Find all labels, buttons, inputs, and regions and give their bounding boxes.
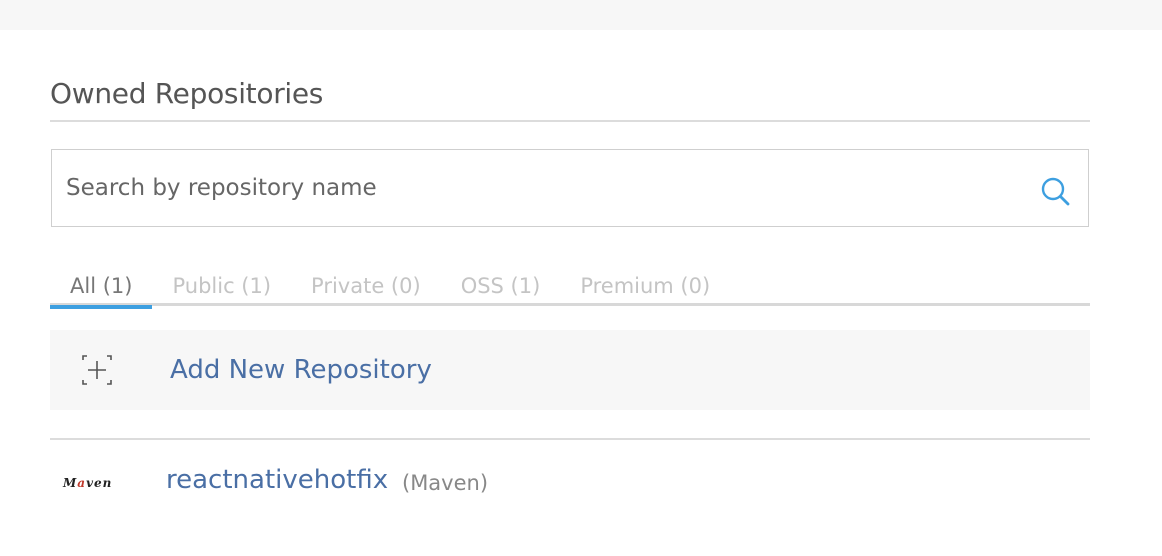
- repository-type: (Maven): [402, 471, 489, 495]
- page-title: Owned Repositories: [50, 58, 1090, 122]
- tab-oss[interactable]: OSS (1): [441, 268, 561, 306]
- add-new-repository-button[interactable]: Add New Repository: [50, 330, 1090, 410]
- repository-filter-tabs: All (1) Public (1) Private (0) OSS (1) P…: [50, 268, 1090, 309]
- search-icon[interactable]: [1040, 176, 1072, 208]
- search-box: [51, 149, 1089, 227]
- top-bar: [0, 0, 1162, 30]
- tab-public[interactable]: Public (1): [152, 268, 291, 306]
- tab-all[interactable]: All (1): [50, 268, 153, 309]
- tab-premium[interactable]: Premium (0): [560, 268, 730, 306]
- owned-repositories-section: Owned Repositories All (1) Public (1) Pr…: [50, 58, 1090, 495]
- tab-private[interactable]: Private (0): [291, 268, 441, 306]
- add-new-repository-label: Add New Repository: [170, 355, 432, 385]
- add-icon: [80, 354, 114, 386]
- search-input[interactable]: [66, 150, 1006, 226]
- maven-logo: Maven: [63, 476, 113, 490]
- repository-name-link[interactable]: reactnativehotfix: [166, 462, 388, 498]
- list-item: Maven reactnativehotfix (Maven): [50, 440, 1090, 520]
